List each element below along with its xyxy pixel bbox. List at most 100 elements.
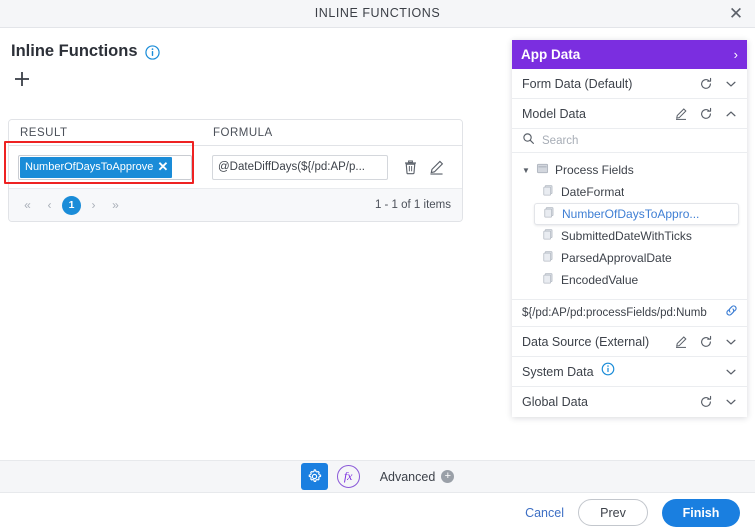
main-content: Inline Functions RESULT FORMULA NumberOf… <box>0 28 512 460</box>
model-data-search-row[interactable]: Search <box>512 129 747 153</box>
pagination: « ‹ 1 › » <box>18 195 125 215</box>
delete-icon[interactable] <box>402 159 419 176</box>
tree-node-submitteddatewithticks[interactable]: SubmittedDateWithTicks <box>512 225 747 247</box>
field-icon <box>542 184 555 200</box>
field-icon <box>543 206 556 222</box>
section-form-data[interactable]: Form Data (Default) <box>512 69 747 99</box>
section-system-data[interactable]: System Data <box>512 357 747 387</box>
plus-circle-icon[interactable]: + <box>441 470 455 483</box>
tree-node-label: DateFormat <box>561 185 625 199</box>
search-icon <box>522 132 535 150</box>
row-actions <box>402 159 445 176</box>
section-model-data-icons <box>674 107 738 121</box>
finish-button[interactable]: Finish <box>662 498 740 527</box>
section-data-source-external[interactable]: Data Source (External) <box>512 327 747 357</box>
section-global-data-icons <box>699 395 738 409</box>
app-data-header[interactable]: App Data › <box>512 40 747 69</box>
section-form-data-label: Form Data (Default) <box>522 76 633 91</box>
app-data-panel: App Data › Form Data (Default) Model Dat… <box>512 40 747 417</box>
section-model-data[interactable]: Model Data <box>512 99 747 129</box>
cell-result: NumberOfDaysToApprove ✕ <box>9 154 205 180</box>
refresh-icon[interactable] <box>699 395 713 409</box>
pager-last-button[interactable]: » <box>106 196 125 215</box>
tree-node-process-fields[interactable]: ▼ Process Fields <box>512 159 747 181</box>
dialog-titlebar: INLINE FUNCTIONS ✕ <box>0 0 755 28</box>
result-chip-label: NumberOfDaysToApprove <box>25 161 154 173</box>
link-icon[interactable] <box>724 303 739 323</box>
table-header-row: RESULT FORMULA <box>9 120 462 146</box>
tree-node-parsedapprovaldate[interactable]: ParsedApprovalDate <box>512 247 747 269</box>
inline-functions-table: RESULT FORMULA NumberOfDaysToApprove ✕ @… <box>8 119 463 222</box>
dialog-title: INLINE FUNCTIONS <box>314 6 441 20</box>
tree-node-label: Process Fields <box>555 163 634 177</box>
table-row: NumberOfDaysToApprove ✕ @DateDiffDays(${… <box>9 146 462 189</box>
column-header-result: RESULT <box>20 126 68 139</box>
page-title: Inline Functions <box>11 42 138 60</box>
cancel-button[interactable]: Cancel <box>525 506 564 520</box>
section-data-source-icons <box>674 335 738 349</box>
section-system-data-label: System Data <box>522 364 594 379</box>
gear-icon[interactable] <box>300 463 328 490</box>
pager-page-1[interactable]: 1 <box>62 195 81 215</box>
refresh-icon[interactable] <box>699 107 713 121</box>
formula-field-input[interactable]: @DateDiffDays(${/pd:AP/p... <box>212 154 388 180</box>
result-chip[interactable]: NumberOfDaysToApprove ✕ <box>20 156 173 178</box>
refresh-icon[interactable] <box>699 77 713 91</box>
chevron-down-icon[interactable] <box>724 335 738 349</box>
section-model-data-label: Model Data <box>522 106 586 121</box>
close-icon[interactable]: ✕ <box>725 3 747 25</box>
model-data-tree: ▼ Process Fields DateFormat NumberOfDays… <box>512 153 747 299</box>
info-icon[interactable] <box>144 45 160 60</box>
tree-node-label: EncodedValue <box>561 273 639 287</box>
selected-field-path[interactable]: ${/pd:AP/pd:processFields/pd:Numb <box>522 307 719 319</box>
cell-formula: @DateDiffDays(${/pd:AP/p... <box>205 154 462 180</box>
section-form-data-icons <box>699 77 738 91</box>
column-header-formula: FORMULA <box>213 126 273 139</box>
section-data-source-label: Data Source (External) <box>522 334 650 349</box>
edit-icon[interactable] <box>674 107 688 121</box>
tree-node-dateformat[interactable]: DateFormat <box>512 181 747 203</box>
add-inline-function-button[interactable] <box>12 69 32 89</box>
app-data-title: App Data <box>521 47 581 62</box>
section-global-data-label: Global Data <box>522 395 589 409</box>
section-system-data-icons <box>724 365 738 379</box>
chevron-up-icon[interactable] <box>724 107 738 121</box>
selected-field-path-row: ${/pd:AP/pd:processFields/pd:Numb <box>512 299 747 327</box>
advanced-label: Advanced <box>379 469 436 484</box>
dialog-footer: Cancel Prev Finish <box>0 493 755 532</box>
chevron-down-icon[interactable] <box>724 395 738 409</box>
pager-prev-button[interactable]: ‹ <box>40 196 59 215</box>
pager-first-button[interactable]: « <box>18 196 37 215</box>
chevron-down-icon[interactable] <box>724 365 738 379</box>
function-icon[interactable]: fx <box>336 465 360 488</box>
pager-next-button[interactable]: › <box>84 196 103 215</box>
prev-button[interactable]: Prev <box>578 499 648 526</box>
tree-node-encodedvalue[interactable]: EncodedValue <box>512 269 747 291</box>
tree-node-label: NumberOfDaysToAppro... <box>562 207 700 221</box>
result-field-input[interactable]: NumberOfDaysToApprove ✕ <box>18 154 192 180</box>
chevron-right-icon[interactable]: › <box>734 47 738 62</box>
section-global-data[interactable]: Global Data <box>512 387 747 417</box>
refresh-icon[interactable] <box>699 335 713 349</box>
tree-node-numberofdaystoapprove[interactable]: NumberOfDaysToAppro... <box>534 203 739 225</box>
page-title-row: Inline Functions <box>11 42 160 61</box>
tree-node-label: ParsedApprovalDate <box>561 251 672 265</box>
chip-remove-icon[interactable]: ✕ <box>153 157 172 178</box>
pagination-summary: 1 - 1 of 1 items <box>374 199 451 211</box>
caret-down-icon[interactable]: ▼ <box>522 166 530 175</box>
search-input[interactable]: Search <box>542 135 578 147</box>
tree-node-label: SubmittedDateWithTicks <box>561 229 692 243</box>
table-footer: « ‹ 1 › » 1 - 1 of 1 items <box>9 189 462 221</box>
inline-functions-dialog: INLINE FUNCTIONS ✕ Inline Functions RESU… <box>0 0 755 532</box>
edit-icon[interactable] <box>428 159 445 176</box>
function-icon-label: fx <box>343 469 353 483</box>
field-icon <box>542 228 555 244</box>
field-icon <box>542 272 555 288</box>
bottom-toolbar: fx Advanced + <box>0 460 755 493</box>
folder-icon <box>536 162 549 178</box>
advanced-button[interactable]: Advanced + <box>380 470 455 484</box>
info-icon[interactable] <box>601 362 615 381</box>
field-icon <box>542 250 555 266</box>
edit-icon[interactable] <box>674 335 688 349</box>
chevron-down-icon[interactable] <box>724 77 738 91</box>
